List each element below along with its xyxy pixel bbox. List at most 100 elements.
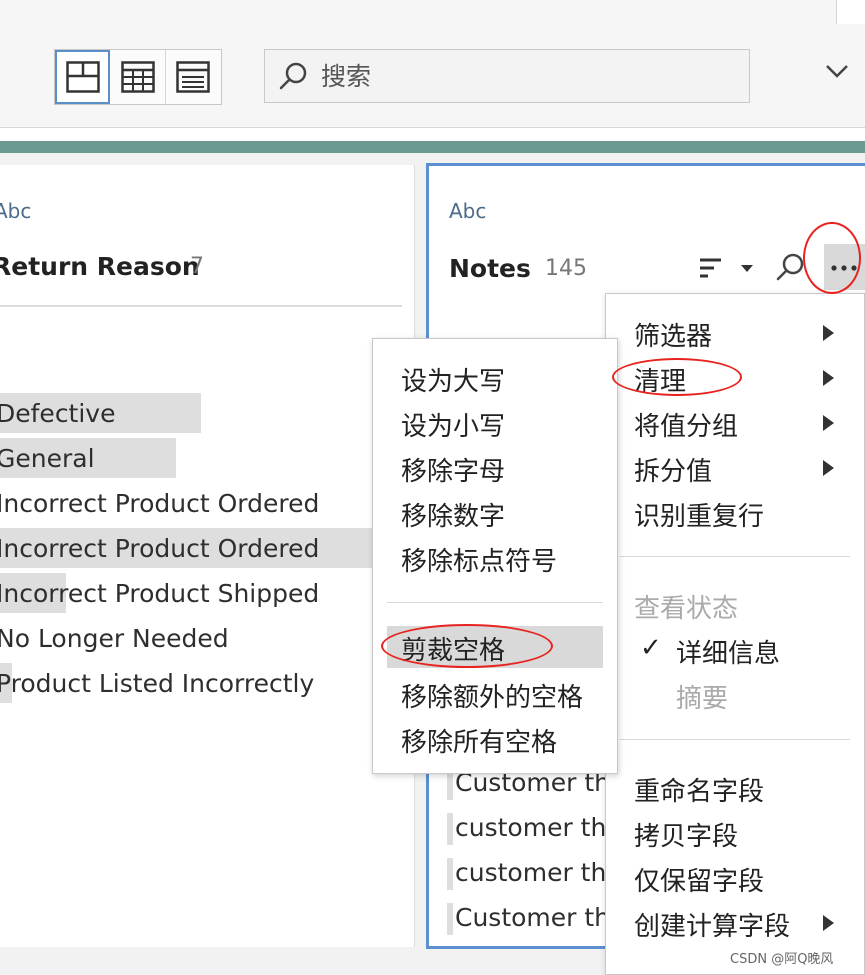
menu-item-remove-extra-spaces[interactable]: 移除额外的空格 <box>373 673 617 715</box>
menu-separator <box>620 739 850 740</box>
menu-item-label: 仅保留字段 <box>634 867 765 897</box>
menu-item-label: 移除标点符号 <box>401 547 558 577</box>
menu-item-copy-field[interactable]: 拷贝字段 <box>606 812 864 854</box>
menu-item-lowercase[interactable]: 设为小写 <box>373 402 617 444</box>
profile-view-icon <box>65 61 100 93</box>
value-label: Customer th <box>455 903 611 932</box>
sort-button[interactable] <box>699 256 759 286</box>
menu-item-trim-spaces[interactable]: 剪裁空格 <box>387 626 603 668</box>
value-label: Defective <box>0 399 116 428</box>
menu-item-identify-duplicates[interactable]: 识别重复行 <box>606 492 864 534</box>
submenu-arrow-icon <box>823 325 834 341</box>
field-card-return-reason[interactable]: Abc Return Reason 7 Defective General In… <box>0 165 415 947</box>
value-row[interactable]: Incorrect Product Ordered <box>0 528 410 568</box>
window-corner <box>836 0 865 24</box>
submenu-arrow-icon <box>823 460 834 476</box>
field-name: Return Reason <box>0 252 200 281</box>
menu-item-remove-letters[interactable]: 移除字母 <box>373 447 617 489</box>
menu-item-filter[interactable]: 筛选器 <box>606 312 864 354</box>
field-search-button[interactable] <box>775 252 805 286</box>
value-row[interactable]: No Longer Needed <box>0 618 410 658</box>
search-box[interactable] <box>264 49 750 103</box>
field-header-divider <box>0 305 402 307</box>
submenu-arrow-icon <box>823 915 834 931</box>
search-input[interactable] <box>321 61 721 91</box>
search-icon <box>776 253 804 281</box>
chevron-down-icon[interactable] <box>824 62 850 80</box>
menu-item-split-values[interactable]: 拆分值 <box>606 447 864 489</box>
search-icon <box>279 62 307 90</box>
sort-icon <box>700 258 753 278</box>
value-label: General <box>0 444 95 473</box>
field-count: 7 <box>190 254 204 279</box>
menu-item-detail[interactable]: ✓ 详细信息 <box>606 629 864 671</box>
menu-item-label: 筛选器 <box>634 322 713 352</box>
menu-item-label: 移除所有空格 <box>401 728 558 758</box>
menu-item-group-values[interactable]: 将值分组 <box>606 402 864 444</box>
menu-item-label: 重命名字段 <box>634 777 765 807</box>
field-count: 145 <box>545 256 587 281</box>
value-label: customer th <box>455 858 607 887</box>
view-mode-group <box>54 49 222 105</box>
toolbar <box>0 0 865 128</box>
table-view-icon <box>120 61 155 93</box>
menu-item-label: 摘要 <box>676 684 729 714</box>
menu-separator <box>620 556 850 557</box>
menu-item-remove-all-spaces[interactable]: 移除所有空格 <box>373 718 617 760</box>
value-label: customer th <box>455 813 607 842</box>
menu-item-label: 剪裁空格 <box>401 636 506 666</box>
value-row[interactable]: Product Listed Incorrectly <box>0 663 410 703</box>
ellipsis-icon <box>831 265 857 271</box>
menu-item-label: 移除额外的空格 <box>401 683 584 713</box>
menu-item-uppercase[interactable]: 设为大写 <box>373 357 617 399</box>
menu-separator <box>387 602 603 603</box>
field-name: Notes <box>449 254 531 283</box>
value-label: Incorrect Product Shipped <box>0 579 320 608</box>
menu-item-label: 详细信息 <box>676 639 781 669</box>
menu-item-label: 设为小写 <box>401 412 506 442</box>
checkmark-icon: ✓ <box>640 633 662 663</box>
menu-item-create-calculated-field[interactable]: 创建计算字段 <box>606 902 864 944</box>
value-label: Product Listed Incorrectly <box>0 669 315 698</box>
menu-header-view-state: 查看状态 <box>606 584 864 626</box>
menu-item-label: 移除字母 <box>401 457 506 487</box>
field-context-menu: 筛选器 清理 将值分组 拆分值 识别重复行 查看状态 ✓ 详细信息 摘要 重命名… <box>605 293 865 975</box>
menu-item-label: 将值分组 <box>634 412 739 442</box>
field-type-label: Abc <box>0 199 32 223</box>
field-type-label: Abc <box>449 199 487 223</box>
value-row[interactable]: General <box>0 438 410 478</box>
flow-separator-bar <box>0 141 865 153</box>
menu-item-label: 设为大写 <box>401 367 506 397</box>
menu-item-clean[interactable]: 清理 <box>606 357 864 399</box>
menu-item-label: 拷贝字段 <box>634 822 739 852</box>
profile-view-button[interactable] <box>55 50 111 104</box>
value-row[interactable]: Defective <box>0 393 410 433</box>
menu-item-summary[interactable]: 摘要 <box>606 674 864 716</box>
list-view-icon <box>176 61 211 93</box>
value-row[interactable]: Incorrect Product Shipped <box>0 573 410 613</box>
menu-item-remove-punctuation[interactable]: 移除标点符号 <box>373 537 617 579</box>
value-bar <box>447 813 453 845</box>
value-label: Incorrect Product Ordered <box>0 489 320 518</box>
value-bar <box>447 858 453 890</box>
watermark: CSDN @阿Q晚风 <box>730 952 834 967</box>
menu-item-label: 移除数字 <box>401 502 506 532</box>
menu-item-label: 清理 <box>634 367 687 397</box>
more-options-button[interactable] <box>824 244 865 290</box>
menu-item-label: 查看状态 <box>634 594 739 624</box>
menu-item-remove-numbers[interactable]: 移除数字 <box>373 492 617 534</box>
value-bar <box>447 903 453 935</box>
clean-submenu: 设为大写 设为小写 移除字母 移除数字 移除标点符号 剪裁空格 移除额外的空格 … <box>372 338 618 774</box>
value-row[interactable]: Incorrect Product Ordered <box>0 483 410 523</box>
menu-item-label: 拆分值 <box>634 457 713 487</box>
menu-item-label: 创建计算字段 <box>634 912 791 942</box>
value-label: No Longer Needed <box>0 624 229 653</box>
submenu-arrow-icon <box>823 415 834 431</box>
submenu-arrow-icon <box>823 370 834 386</box>
menu-item-keep-only-field[interactable]: 仅保留字段 <box>606 857 864 899</box>
list-view-button[interactable] <box>166 50 221 104</box>
table-view-button[interactable] <box>110 50 166 104</box>
menu-item-rename-field[interactable]: 重命名字段 <box>606 767 864 809</box>
menu-item-label: 识别重复行 <box>634 502 765 532</box>
value-label: Incorrect Product Ordered <box>0 534 320 563</box>
